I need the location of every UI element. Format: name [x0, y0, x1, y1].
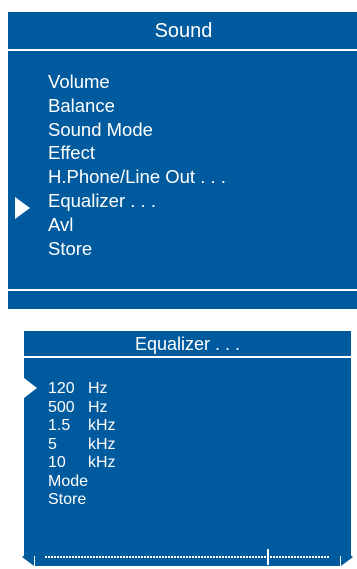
menu-item-avl[interactable]: Avl: [48, 213, 226, 237]
slider-knob[interactable]: [267, 549, 269, 565]
band-item-10khz[interactable]: 10 kHz: [48, 454, 116, 473]
band-unit: kHz: [88, 417, 116, 434]
selection-arrow-icon: [15, 197, 30, 219]
band-value: 120: [48, 380, 75, 397]
equalizer-level-slider[interactable]: [22, 548, 353, 566]
menu-item-mode[interactable]: Mode: [48, 473, 116, 492]
slider-groove: [45, 556, 330, 558]
band-unit: Hz: [88, 398, 108, 416]
menu-item-store[interactable]: Store: [48, 237, 226, 261]
band-item-500hz[interactable]: 500 Hz: [48, 399, 116, 418]
equalizer-menu-title: Equalizer . . .: [24, 331, 351, 358]
equalizer-menu-panel: Equalizer . . . 120 Hz 500 Hz 1.5 kHz 5 kHz …: [24, 331, 351, 556]
menu-item-effect[interactable]: Effect: [48, 141, 226, 165]
band-item-5khz[interactable]: 5 kHz: [48, 436, 116, 455]
equalizer-band-list: 120 Hz 500 Hz 1.5 kHz 5 kHz 10 kHz Mode Store: [48, 380, 116, 510]
menu-item-balance[interactable]: Balance: [48, 94, 226, 118]
band-value: 500: [48, 398, 75, 416]
status-divider: [8, 289, 357, 291]
band-unit: kHz: [88, 435, 116, 453]
menu-item-sound-mode[interactable]: Sound Mode: [48, 118, 226, 142]
selection-arrow-icon: [24, 378, 37, 398]
sound-menu-list: Volume Balance Sound Mode Effect H.Phone…: [48, 70, 226, 260]
band-item-120hz[interactable]: 120 Hz: [48, 380, 116, 399]
menu-item-equalizer[interactable]: Equalizer . . .: [48, 189, 226, 213]
band-value: 1.5: [48, 417, 71, 434]
band-unit: kHz: [88, 454, 116, 471]
sound-menu-panel: Sound Volume Balance Sound Mode Effect H…: [8, 12, 357, 309]
band-value: 10: [48, 454, 66, 471]
band-item-1-5khz[interactable]: 1.5 kHz: [48, 417, 116, 436]
band-value: 5: [48, 435, 57, 453]
band-unit: Hz: [88, 380, 108, 397]
slider-track[interactable]: [35, 548, 340, 566]
menu-item-store[interactable]: Store: [48, 491, 116, 510]
right-arrow-icon[interactable]: [341, 548, 353, 566]
menu-item-volume[interactable]: Volume: [48, 70, 226, 94]
sound-menu-title: Sound: [8, 12, 357, 51]
menu-item-headphone-line-out[interactable]: H.Phone/Line Out . . .: [48, 165, 226, 189]
left-arrow-icon[interactable]: [22, 548, 34, 566]
